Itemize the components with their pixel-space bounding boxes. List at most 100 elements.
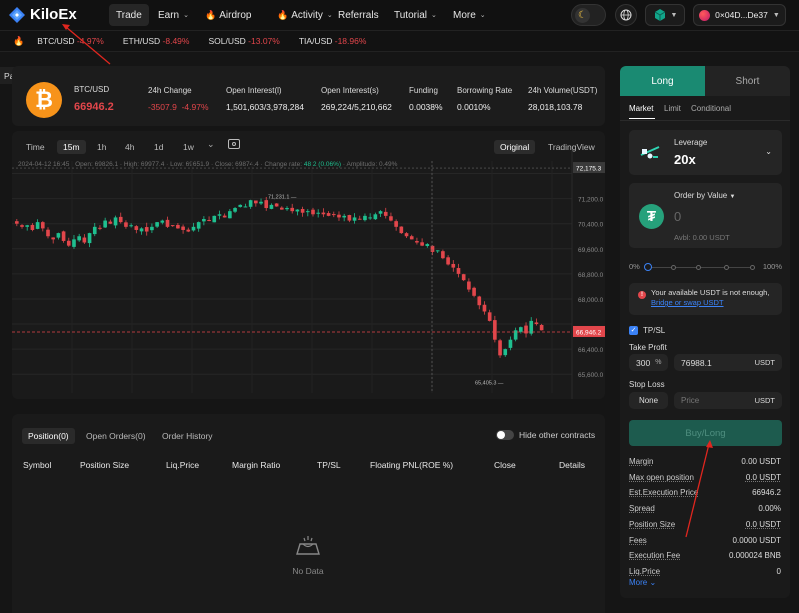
sl-none-button[interactable]: None bbox=[629, 392, 668, 409]
candle-body bbox=[129, 225, 133, 227]
candle-body bbox=[311, 209, 315, 215]
sl-price-placeholder: Price bbox=[681, 396, 700, 405]
nav-label: More bbox=[453, 9, 476, 21]
chart-panel: Time 15m 1h 4h 1d 1w ⌄ Original TradingView 20… bbox=[12, 131, 605, 399]
candle-body bbox=[150, 226, 154, 231]
funding-label: Funding bbox=[409, 86, 438, 95]
toggle-switch[interactable] bbox=[496, 430, 514, 440]
leverage-selector[interactable]: Leverage 20x ⌄ bbox=[629, 130, 782, 175]
candle-body bbox=[383, 211, 388, 216]
column-header: Margin Ratio bbox=[232, 460, 281, 470]
candle-body bbox=[228, 211, 232, 219]
candle-body bbox=[503, 349, 508, 356]
ticker-change: -13.07% bbox=[248, 36, 280, 46]
candle-body bbox=[56, 233, 61, 238]
candle-body bbox=[144, 227, 149, 232]
tp-percent-input[interactable]: 300% bbox=[629, 354, 668, 371]
tp-percent-value: 300 bbox=[636, 357, 651, 368]
warning-icon: ! bbox=[638, 291, 646, 299]
candle-body bbox=[498, 340, 502, 356]
nav-trade[interactable]: Trade bbox=[109, 4, 149, 26]
nav-earn[interactable]: Earn ⌄ bbox=[151, 4, 196, 26]
candlestick-chart[interactable]: 71,200.0 70,400.0 69,600.0 68,800.0 68,000.0… bbox=[12, 131, 605, 399]
candle-body bbox=[233, 208, 237, 212]
volume-label: 24h Volume(USDT) bbox=[528, 86, 598, 95]
tp-price-value: 76988.1 bbox=[681, 358, 712, 368]
chevron-down-icon: ⌄ bbox=[649, 578, 657, 587]
wallet-avatar-icon bbox=[699, 9, 711, 21]
candle-body bbox=[441, 251, 445, 259]
candle-body bbox=[477, 296, 482, 306]
theme-toggle[interactable]: ☾ bbox=[571, 4, 606, 26]
candle-body bbox=[305, 211, 310, 213]
moon-icon: ☾ bbox=[575, 7, 590, 23]
detail-label: Liq.Price bbox=[629, 566, 661, 576]
tether-icon: ₮ bbox=[639, 204, 664, 229]
order-type-market[interactable]: Market bbox=[629, 104, 653, 113]
slider-handle[interactable] bbox=[644, 263, 652, 271]
position-tab[interactable]: Open Orders(0) bbox=[80, 428, 152, 444]
nav-label: Airdrop bbox=[219, 9, 252, 21]
candle-body bbox=[539, 324, 544, 331]
order-type-limit[interactable]: Limit bbox=[664, 104, 681, 113]
position-tab[interactable]: Order History bbox=[156, 428, 219, 444]
more-button[interactable]: More ⌄ bbox=[629, 578, 656, 587]
ticker-item[interactable]: BTC/USD -4.97% bbox=[37, 36, 104, 46]
candle-body bbox=[77, 236, 81, 241]
candle-body bbox=[446, 257, 450, 265]
candle-body bbox=[160, 220, 165, 223]
ticker-symbol: TIA/USD bbox=[298, 36, 333, 46]
buy-long-button[interactable]: Buy/Long bbox=[629, 420, 782, 446]
candle-body bbox=[124, 222, 128, 227]
order-type-conditional[interactable]: Conditional bbox=[691, 104, 731, 113]
candle-body bbox=[409, 236, 414, 240]
candle-body bbox=[347, 215, 352, 221]
candle-body bbox=[165, 219, 170, 227]
column-header: Position Size bbox=[80, 460, 130, 470]
bridge-link[interactable]: Bridge or swap USDT bbox=[651, 298, 724, 307]
nav-airdrop[interactable]: 🔥 Airdrop bbox=[198, 4, 258, 26]
order-type-underline bbox=[629, 118, 655, 119]
nav-label: Earn bbox=[158, 9, 180, 21]
order-by-value-label[interactable]: Order by Value ▼ bbox=[674, 191, 735, 200]
y-tick-label: 66,400.0 bbox=[578, 347, 604, 354]
candle-body bbox=[259, 201, 263, 204]
slider-tick bbox=[724, 265, 729, 270]
order-panel: Long Short Market Limit Conditional Levera… bbox=[620, 66, 790, 598]
kiloex-logo[interactable]: KiloEx bbox=[9, 6, 77, 23]
y-tick-label: 68,800.0 bbox=[578, 272, 604, 279]
candle-body bbox=[139, 228, 144, 232]
tab-long[interactable]: Long bbox=[620, 66, 705, 96]
tab-short[interactable]: Short bbox=[705, 66, 790, 96]
network-selector[interactable]: ▼ bbox=[645, 4, 685, 26]
amount-slider[interactable]: 0% 100% bbox=[629, 260, 782, 274]
hide-contracts-toggle[interactable]: Hide other contracts bbox=[496, 430, 595, 440]
wallet-button[interactable]: 0×04D...De37 ▼ bbox=[693, 4, 786, 26]
candle-body bbox=[202, 219, 206, 222]
sl-price-input[interactable]: Price USDT bbox=[674, 392, 782, 409]
checkbox-icon[interactable]: ✓ bbox=[629, 326, 638, 335]
pair-name: BTC/USD bbox=[74, 85, 110, 94]
position-tab[interactable]: Position(0) bbox=[22, 428, 75, 444]
language-button[interactable] bbox=[615, 4, 637, 26]
borrow-label: Borrowing Rate bbox=[457, 86, 513, 95]
candle-body bbox=[170, 225, 175, 227]
candle-body bbox=[420, 242, 424, 246]
order-value-box: ₮ Order by Value ▼ Avbl: 0.00 USDT bbox=[629, 183, 782, 248]
nav-tutorial[interactable]: Tutorial ⌄ bbox=[387, 4, 444, 26]
tpsl-checkbox[interactable]: ✓ TP/SL bbox=[629, 326, 665, 335]
divider bbox=[620, 120, 790, 121]
tp-price-input[interactable]: 76988.1 USDT bbox=[674, 354, 782, 371]
candle-body bbox=[467, 281, 471, 290]
detail-value: 0.00% bbox=[758, 504, 781, 514]
ticker-item[interactable]: ETH/USD -8.49% bbox=[123, 36, 190, 46]
order-value-input[interactable] bbox=[674, 206, 774, 226]
ticker-item[interactable]: SOL/USD -13.07% bbox=[208, 36, 279, 46]
candle-body bbox=[487, 312, 492, 321]
take-profit-label: Take Profit bbox=[629, 343, 667, 352]
nav-referrals[interactable]: Referrals bbox=[331, 4, 386, 26]
nav-more[interactable]: More ⌄ bbox=[446, 4, 493, 26]
fire-icon: 🔥 bbox=[13, 35, 25, 46]
nav-activity[interactable]: 🔥 Activity ⌄ bbox=[270, 4, 340, 26]
ticker-item[interactable]: TIA/USD -18.96% bbox=[299, 36, 367, 46]
